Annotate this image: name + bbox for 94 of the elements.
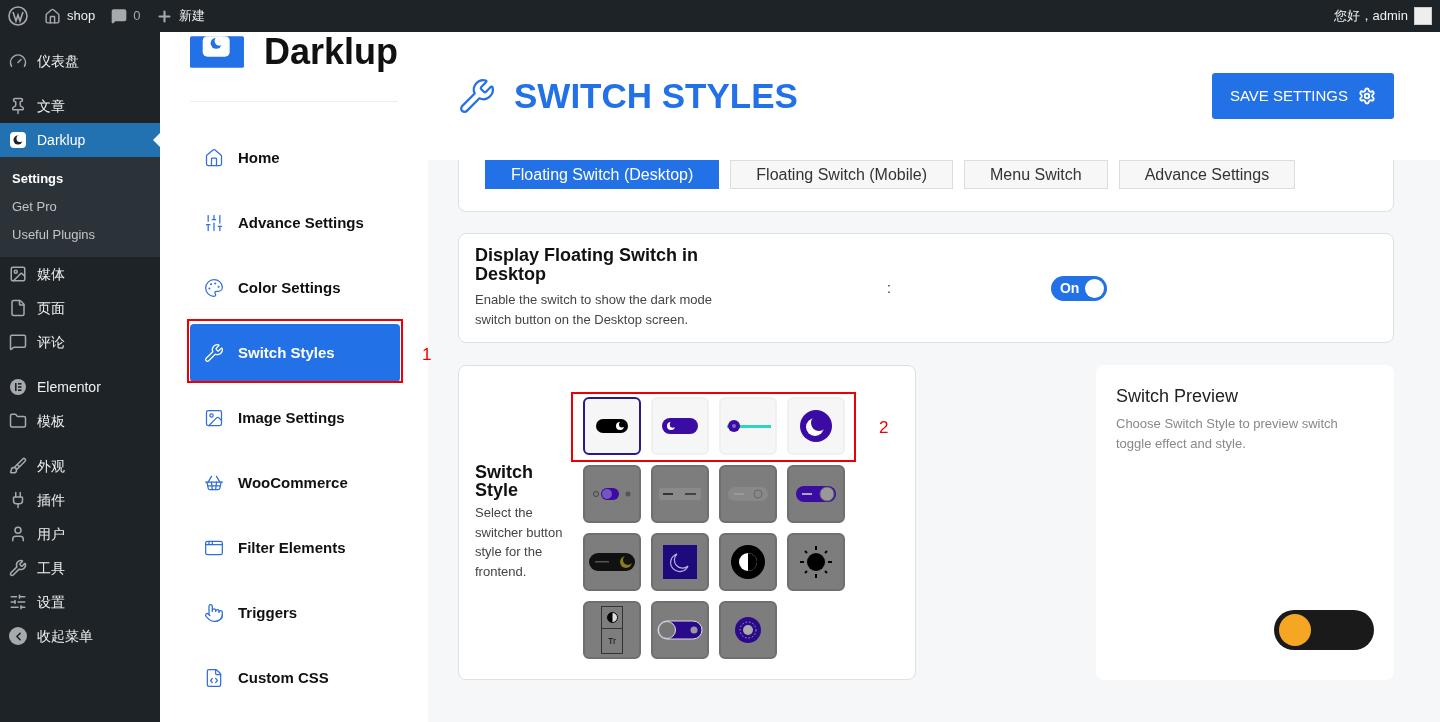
- folder-icon: [9, 412, 27, 430]
- tab[interactable]: Menu Switch: [964, 160, 1108, 189]
- comment-icon: [9, 333, 27, 351]
- submenu-item[interactable]: Settings: [0, 165, 160, 193]
- toggle-icon: [728, 487, 768, 501]
- home-icon[interactable]: [44, 7, 61, 25]
- save-button[interactable]: SAVE SETTINGS: [1212, 73, 1394, 119]
- menu-item[interactable]: 仪表盘: [0, 44, 160, 78]
- sun-icon: [735, 617, 761, 643]
- menu-item[interactable]: 文章: [0, 89, 160, 123]
- nav-item[interactable]: Custom CSS: [190, 649, 400, 707]
- comment-icon[interactable]: [111, 8, 128, 24]
- nav-item[interactable]: Color Settings: [190, 259, 400, 317]
- moon-icon: [800, 410, 832, 442]
- page-icon: [9, 299, 27, 317]
- plus-icon[interactable]: [156, 7, 174, 25]
- home-icon: [204, 148, 224, 168]
- sun-icon: [799, 545, 833, 579]
- menu-item[interactable]: 媒体: [0, 257, 160, 291]
- nav-item[interactable]: Filter Elements: [190, 519, 400, 577]
- toggle-icon: [796, 486, 836, 502]
- wrench-icon: [204, 343, 224, 363]
- preview-description: Choose Switch Style to preview switch toggle effect and style.: [1116, 415, 1339, 453]
- tab[interactable]: Advance Settings: [1118, 160, 1296, 189]
- toggle-icon: [592, 486, 632, 502]
- nav-item[interactable]: Switch Styles: [190, 324, 400, 382]
- nav-item[interactable]: Advance Settings: [190, 194, 400, 252]
- menu-item[interactable]: 页面: [0, 291, 160, 325]
- menu-item[interactable]: 插件: [0, 483, 160, 517]
- greeting-link[interactable]: 您好，admin: [1333, 6, 1408, 26]
- toggle-icon: [662, 418, 698, 434]
- menu-item[interactable]: Darklup: [0, 123, 160, 157]
- palette-icon: [204, 278, 224, 298]
- pin-icon: [9, 97, 27, 115]
- menu-item[interactable]: 工具: [0, 551, 160, 585]
- annotation-number: 1: [422, 344, 432, 366]
- elementor-icon: [9, 378, 27, 396]
- menu-item[interactable]: 评论: [0, 325, 160, 359]
- toggle-icon: [589, 553, 635, 571]
- logo-text: Darklup: [263, 32, 398, 72]
- media-icon: [9, 265, 27, 283]
- settings-icon: [9, 593, 27, 611]
- switch-style-option[interactable]: [583, 397, 641, 455]
- annotation-number: 2: [879, 417, 889, 439]
- contrast-icon: [731, 545, 765, 579]
- tab[interactable]: Floating Switch (Mobile): [730, 160, 954, 189]
- slider-icon: [725, 419, 771, 433]
- sliders-icon: [204, 213, 224, 233]
- brush-icon: [9, 457, 27, 475]
- tab[interactable]: Floating Switch (Desktop): [485, 160, 720, 189]
- toggle-icon: [657, 620, 703, 640]
- nav-item[interactable]: Home: [190, 129, 400, 187]
- menu-item[interactable]: 收起菜单: [0, 619, 160, 653]
- setting-description: Enable the switch to show the dark mode switch button on the Desktop screen.: [475, 291, 714, 329]
- wordpress-logo-icon[interactable]: [8, 6, 28, 26]
- wrench-icon: [9, 559, 27, 577]
- toggle-knob: [1085, 278, 1104, 298]
- moon-icon: [663, 545, 697, 579]
- submenu-item[interactable]: Useful Plugins: [0, 221, 160, 249]
- window-icon: [204, 538, 224, 558]
- nav-item[interactable]: Triggers: [190, 584, 400, 642]
- preview-toggle[interactable]: [1274, 610, 1374, 650]
- wrench-icon: [458, 77, 496, 115]
- section-description: Select the switcher button style for the frontend.: [475, 504, 564, 581]
- menu-item[interactable]: 设置: [0, 585, 160, 619]
- setting-title: Display Floating Switch in Desktop: [475, 246, 700, 284]
- image-icon: [204, 408, 224, 428]
- menu-item[interactable]: Elementor: [0, 370, 160, 404]
- basket-icon: [204, 473, 224, 493]
- new-link[interactable]: 新建: [179, 6, 206, 26]
- comment-count[interactable]: 0: [133, 6, 141, 26]
- toggle-icon: [596, 419, 628, 433]
- preview-title: Switch Preview: [1116, 385, 1240, 408]
- toggle-knob: [1279, 614, 1311, 646]
- menu-item[interactable]: 模板: [0, 404, 160, 438]
- toggle-switch[interactable]: On: [1050, 275, 1107, 301]
- nav-item[interactable]: WooCommerce: [190, 454, 400, 512]
- collapse-icon: [9, 627, 27, 645]
- moon-logo-icon: [9, 131, 27, 149]
- separator-colon: :: [887, 278, 891, 298]
- code-file-icon: [204, 668, 224, 688]
- submenu-item[interactable]: Get Pro: [0, 193, 160, 221]
- page-title: SWITCH STYLES: [514, 74, 798, 117]
- text-size-label: Tr: [606, 635, 618, 648]
- section-title: Switch Style: [475, 463, 534, 499]
- nav-item[interactable]: Image Settings: [190, 389, 400, 447]
- toggle-icon: [659, 488, 701, 500]
- user-icon: [9, 525, 27, 543]
- gauge-icon: [9, 52, 27, 70]
- menu-item[interactable]: 外观: [0, 449, 160, 483]
- site-link[interactable]: shop: [67, 6, 96, 26]
- menu-item[interactable]: 用户: [0, 517, 160, 551]
- pointer-icon: [204, 603, 224, 623]
- gear-icon: [1358, 87, 1377, 105]
